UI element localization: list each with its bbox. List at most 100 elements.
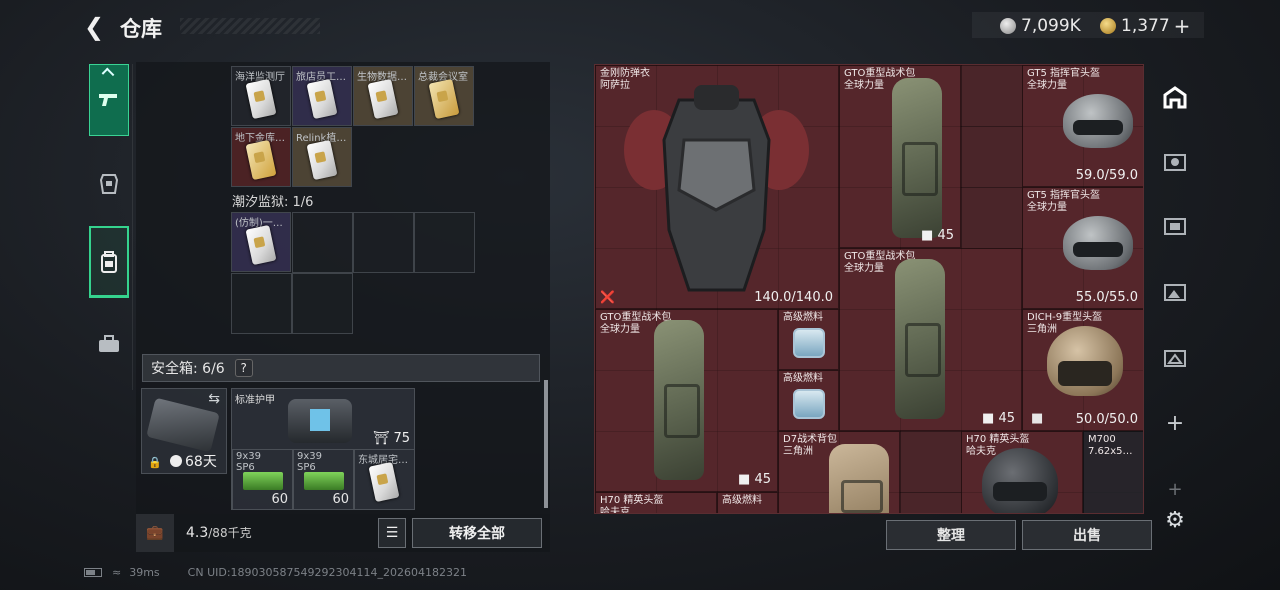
key-card-slot[interactable]: 旅店员工…: [292, 66, 352, 126]
armor-durability: ⛩ 75: [372, 431, 410, 446]
backpack-item[interactable]: GTO重型战术包 全球力量 ■ 45: [595, 309, 778, 492]
stash-tab-icon[interactable]: [1160, 210, 1190, 240]
fuel-item[interactable]: 高级燃料: [778, 309, 839, 370]
fuel-can-icon: [793, 389, 825, 419]
uid-text: CN UID:1890305875492923041​14_2026041823…: [187, 566, 468, 579]
gold-amount: 1,377: [1121, 16, 1170, 36]
stash-tab-icon[interactable]: [1160, 342, 1190, 372]
lock-icon: 🔒: [148, 456, 162, 469]
body-armor-icon: [624, 85, 809, 292]
armor-icon[interactable]: [89, 148, 129, 220]
ammo-slot[interactable]: 9x39 SP6 60: [232, 449, 293, 510]
silver-amount: 7,099K: [1021, 16, 1081, 36]
empty-slot[interactable]: [231, 273, 292, 334]
empty-slot[interactable]: [414, 212, 475, 273]
helmet-icon: [1047, 326, 1123, 396]
title-decoration: [180, 18, 320, 34]
keycard-icon: [245, 139, 277, 181]
backpack-item[interactable]: GTO重型战术包 全球力量 ■ 45: [839, 248, 1022, 431]
key-card-slot[interactable]: 海洋监测厅: [231, 66, 291, 126]
briefcase-icon[interactable]: [89, 308, 129, 380]
stash-tabs: + +: [1150, 64, 1200, 514]
wifi-icon: ≈: [112, 566, 122, 579]
key-card-slot[interactable]: 东城居宅…: [354, 449, 415, 510]
empty-slot[interactable]: [353, 212, 414, 273]
silver-coin-icon: [1000, 18, 1016, 34]
empty-slot[interactable]: [292, 212, 353, 273]
stash-tab-icon[interactable]: [1160, 276, 1190, 306]
backpack-item[interactable]: D7战术背包 三角洲: [778, 431, 900, 513]
clock-icon: [170, 455, 182, 467]
transfer-all-button[interactable]: 转移全部: [412, 518, 542, 548]
body-armor-item[interactable]: 金刚防弹衣 阿萨拉 ❌ 140.0/140.0: [595, 65, 839, 309]
no-insure-icon: ❌: [600, 290, 615, 304]
gold-coin-icon: [1100, 18, 1116, 34]
back-arrow-icon[interactable]: ❮: [84, 14, 108, 40]
swap-icon[interactable]: ⇆: [208, 391, 220, 407]
fuel-can-icon: [793, 328, 825, 358]
backpack-icon: [654, 320, 704, 480]
fuel-item[interactable]: 高级燃料: [717, 492, 778, 513]
helmet-icon: [1063, 94, 1133, 148]
fuel-item[interactable]: 高级燃料: [778, 370, 839, 431]
stash-panel: 金刚防弹衣 阿萨拉 ❌ 140.0/140.0 GTO重型战术包 全球力量 ■ …: [594, 64, 1144, 514]
category-nav: [83, 64, 133, 390]
backpack-icon[interactable]: [89, 226, 129, 298]
keycard-icon: [368, 461, 400, 503]
backpack-icon: [892, 78, 942, 238]
key-card-slot[interactable]: 生物数据…: [353, 66, 413, 126]
backpack-item[interactable]: GTO重型战术包 全球力量 ■ 45: [839, 65, 961, 248]
case-days: 68天: [185, 454, 217, 470]
key-card-slot[interactable]: 地下金库…: [231, 127, 291, 187]
battery-icon: [84, 568, 102, 577]
weight-icon: 💼: [136, 514, 174, 552]
keycard-icon: [428, 78, 460, 120]
weight-max: /88千克: [208, 526, 252, 540]
key-card-slot[interactable]: Relink植…: [292, 127, 352, 187]
keycard-icon: [367, 78, 399, 120]
add-tab-icon[interactable]: +: [1160, 474, 1190, 504]
keycard-icon: [306, 78, 338, 120]
weapon-item[interactable]: M700 7.62x5…: [1083, 431, 1143, 513]
sell-button[interactable]: 出售: [1022, 520, 1152, 550]
keycard-icon: [306, 139, 338, 181]
helmet-item[interactable]: GT5 指挥官头盔 全球力量 59.0/59.0: [1022, 65, 1143, 187]
armor-label: 标准护甲: [235, 395, 275, 406]
armor-plate-icon: [288, 399, 352, 443]
page-title: 仓库: [120, 17, 162, 41]
help-button[interactable]: ?: [234, 359, 253, 377]
ammo-slot[interactable]: 9x39 SP6 60: [293, 449, 354, 510]
left-scrollbar[interactable]: [544, 380, 548, 508]
ping-value: 39ms: [129, 566, 160, 579]
silver-currency: 7,099K: [1000, 14, 1081, 38]
prison-section-label: 潮汐监狱: 1/6: [232, 195, 314, 210]
weight-bar: 💼 4.3/88千克 ☰ 转移全部: [136, 514, 550, 552]
keycard-icon: [245, 78, 277, 120]
settings-gear-icon[interactable]: ⚙: [1162, 508, 1188, 534]
backpack-icon: [895, 259, 945, 419]
list-view-button[interactable]: ☰: [378, 518, 406, 548]
helmet-item[interactable]: DICH-9重型头盔 三角洲 ■ 50.0/50.0: [1022, 309, 1143, 431]
helmet-item[interactable]: GT5 指挥官头盔 全球力量 55.0/55.0: [1022, 187, 1143, 309]
key-card-slot[interactable]: (仿制)一…: [231, 212, 291, 272]
ammo-box-icon: [304, 472, 344, 490]
sort-button[interactable]: 整理: [886, 520, 1016, 550]
helmet-item[interactable]: H70 精英头盔 哈夫克: [595, 492, 717, 513]
helmet-item[interactable]: H70 精英头盔 哈夫克: [961, 431, 1083, 513]
empty-slot[interactable]: [292, 273, 353, 334]
helmet-icon: [982, 448, 1058, 513]
add-tab-icon[interactable]: +: [1160, 408, 1190, 438]
ammo-box-icon: [243, 472, 283, 490]
status-bar: ≈ 39ms CN UID:1890305875492923041​14_202…: [84, 566, 467, 579]
safebox-case[interactable]: ⇆ 🔒 68天: [141, 388, 227, 474]
helmet-icon: [1063, 216, 1133, 270]
safebox-label: 安全箱: 6/6: [151, 361, 225, 377]
stash-tab-icon[interactable]: [1160, 146, 1190, 176]
safebox-header: 安全箱: 6/6 ?: [142, 354, 540, 382]
weight-value: 4.3: [186, 525, 209, 541]
add-currency-button[interactable]: +: [1174, 14, 1191, 38]
keycard-icon: [245, 224, 277, 266]
key-card-slot[interactable]: 总裁会议室: [414, 66, 474, 126]
home-stash-icon[interactable]: [1160, 82, 1190, 112]
gold-currency[interactable]: 1,377 +: [1100, 14, 1190, 38]
